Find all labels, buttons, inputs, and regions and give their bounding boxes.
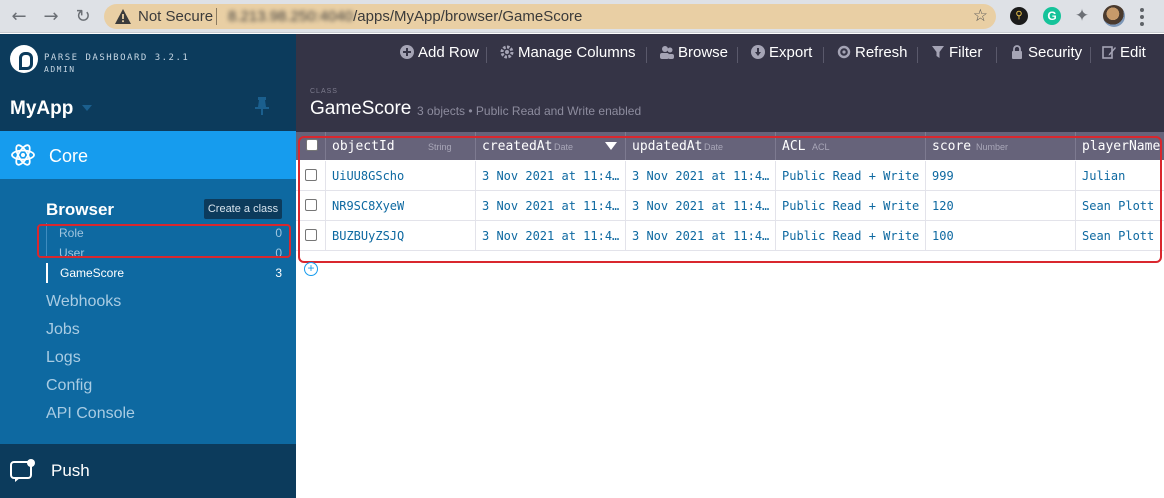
toolbar-separator bbox=[996, 47, 997, 63]
sidebar-class-gamescore[interactable]: GameScore 3 bbox=[46, 263, 282, 283]
class-caption: CLASS bbox=[310, 88, 338, 95]
toolbar-separator bbox=[646, 47, 647, 63]
sidebar: PARSE DASHBOARD 3.2.1 ADMIN MyApp Core B… bbox=[0, 34, 296, 498]
push-chat-icon bbox=[10, 459, 35, 482]
security-button[interactable]: Security bbox=[1010, 44, 1082, 64]
app-selector[interactable]: MyApp bbox=[0, 84, 296, 132]
forward-icon[interactable]: → bbox=[40, 6, 62, 28]
add-row-button[interactable]: Add Row bbox=[400, 44, 479, 64]
url-host: 8.213.98.250:4040 bbox=[228, 8, 354, 25]
edit-button[interactable]: Edit bbox=[1102, 44, 1146, 64]
download-icon bbox=[751, 45, 765, 59]
grammarly-extension-icon[interactable]: G bbox=[1043, 7, 1061, 25]
pin-icon[interactable] bbox=[254, 96, 270, 116]
edit-icon bbox=[1102, 46, 1116, 59]
sidebar-item-jobs[interactable]: Jobs bbox=[46, 321, 80, 339]
sidebar-item-webhooks[interactable]: Webhooks bbox=[46, 293, 121, 311]
url-text[interactable]: 8.213.98.250:4040/apps/MyApp/browser/Gam… bbox=[228, 8, 582, 25]
brand-header: PARSE DASHBOARD 3.2.1 ADMIN bbox=[0, 34, 296, 84]
edit-label: Edit bbox=[1120, 44, 1146, 61]
brand-title: PARSE DASHBOARD 3.2.1 bbox=[44, 53, 190, 63]
back-icon[interactable]: ← bbox=[8, 6, 30, 28]
security-label: Security bbox=[1028, 44, 1083, 61]
browser-menu-icon[interactable] bbox=[1140, 8, 1144, 26]
url-path: /apps/MyApp/browser/GameScore bbox=[353, 8, 583, 25]
plus-circle-icon bbox=[400, 45, 414, 59]
page-title: GameScore bbox=[310, 98, 412, 119]
create-class-button[interactable]: Create a class bbox=[204, 199, 282, 219]
toolbar-separator bbox=[737, 47, 738, 63]
manage-columns-button[interactable]: Manage Columns bbox=[500, 44, 636, 64]
class-label: GameScore bbox=[60, 266, 125, 280]
sidebar-item-logs[interactable]: Logs bbox=[46, 349, 81, 367]
filter-button[interactable]: Filter bbox=[931, 44, 982, 64]
parse-logo-icon[interactable] bbox=[10, 45, 38, 73]
sidebar-item-api-console[interactable]: API Console bbox=[46, 405, 135, 423]
refresh-icon bbox=[837, 45, 851, 59]
chevron-down-icon[interactable] bbox=[82, 105, 92, 111]
class-count: 3 bbox=[275, 266, 282, 280]
export-label: Export bbox=[769, 44, 813, 61]
brand-subtitle: ADMIN bbox=[44, 65, 76, 74]
sidebar-item-core[interactable]: Core bbox=[0, 131, 296, 179]
highlight-box-sidebar bbox=[37, 224, 291, 258]
key-extension-icon[interactable]: ⚲ bbox=[1010, 7, 1028, 25]
sidebar-item-push[interactable]: Push bbox=[0, 444, 296, 498]
refresh-button[interactable]: Refresh bbox=[837, 44, 908, 64]
gear-icon bbox=[500, 45, 514, 59]
browser-chrome: ← → ↻ Not Secure 8.213.98.250:4040/apps/… bbox=[0, 0, 1164, 33]
core-label: Core bbox=[49, 146, 89, 166]
profile-avatar[interactable] bbox=[1103, 5, 1125, 27]
not-secure-label[interactable]: Not Secure bbox=[138, 8, 213, 25]
extensions-puzzle-icon[interactable]: ✦ bbox=[1073, 7, 1091, 25]
browse-button[interactable]: Browse bbox=[660, 44, 728, 64]
manage-columns-label: Manage Columns bbox=[518, 44, 636, 61]
browse-label: Browse bbox=[678, 44, 729, 61]
warning-icon[interactable] bbox=[114, 8, 132, 25]
refresh-label: Refresh bbox=[855, 44, 908, 61]
sidebar-item-config[interactable]: Config bbox=[46, 377, 92, 395]
highlight-box-table bbox=[298, 136, 1162, 263]
bookmark-star-icon[interactable]: ☆ bbox=[973, 6, 988, 26]
core-atom-icon bbox=[11, 144, 35, 166]
users-icon bbox=[660, 46, 674, 59]
export-button[interactable]: Export bbox=[751, 44, 812, 64]
class-subtitle: 3 objects • Public Read and Write enable… bbox=[417, 104, 642, 118]
toolbar: Add Row Manage Columns Browse Export Ref… bbox=[296, 34, 1164, 132]
filter-label: Filter bbox=[949, 44, 983, 61]
toolbar-separator bbox=[917, 47, 918, 63]
app-name[interactable]: MyApp bbox=[10, 98, 73, 120]
reload-icon[interactable]: ↻ bbox=[72, 6, 94, 28]
address-bar[interactable]: Not Secure 8.213.98.250:4040/apps/MyApp/… bbox=[104, 4, 996, 29]
toolbar-separator bbox=[823, 47, 824, 63]
filter-icon bbox=[932, 46, 944, 58]
add-row-label: Add Row bbox=[418, 44, 479, 61]
push-label: Push bbox=[51, 461, 90, 480]
lock-icon bbox=[1012, 45, 1022, 59]
add-row-plus-icon[interactable]: + bbox=[304, 262, 318, 276]
url-separator bbox=[216, 8, 217, 25]
browser-section-title[interactable]: Browser bbox=[46, 200, 114, 220]
toolbar-separator bbox=[1090, 47, 1091, 63]
toolbar-separator bbox=[486, 47, 487, 63]
